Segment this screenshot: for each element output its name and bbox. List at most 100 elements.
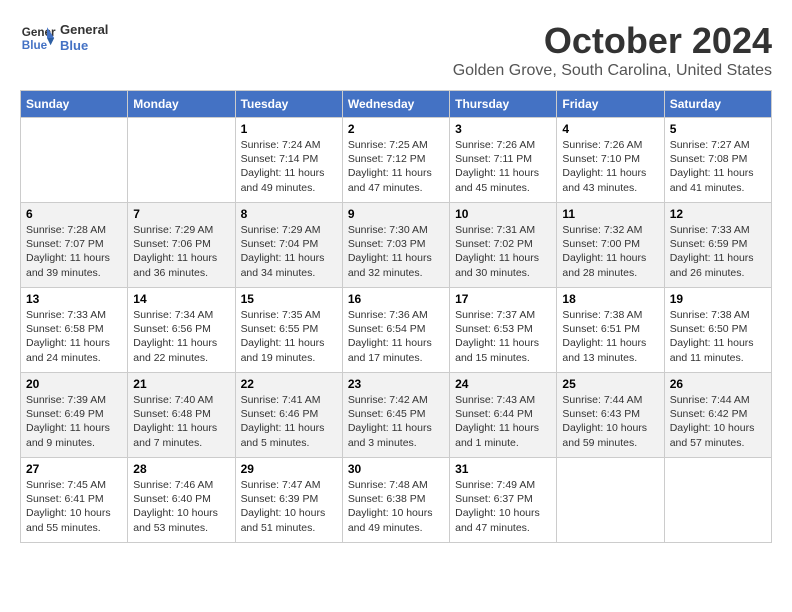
day-info: Sunrise: 7:37 AM Sunset: 6:53 PM Dayligh…: [455, 308, 551, 365]
calendar-cell: 16 Sunrise: 7:36 AM Sunset: 6:54 PM Dayli…: [342, 288, 449, 373]
day-number: 8: [241, 207, 337, 221]
day-info: Sunrise: 7:29 AM Sunset: 7:06 PM Dayligh…: [133, 223, 229, 280]
calendar-cell: 14 Sunrise: 7:34 AM Sunset: 6:56 PM Dayli…: [128, 288, 235, 373]
logo: General Blue General Blue: [20, 20, 108, 56]
calendar-cell: 15 Sunrise: 7:35 AM Sunset: 6:55 PM Dayli…: [235, 288, 342, 373]
logo-text: General Blue: [60, 22, 108, 53]
calendar-cell: 19Sunrise: 7:38 AM Sunset: 6:50 PM Dayli…: [664, 288, 771, 373]
weekday-sunday: Sunday: [21, 91, 128, 118]
calendar-cell: 10 Sunrise: 7:31 AM Sunset: 7:02 PM Dayli…: [450, 203, 557, 288]
calendar-cell: 28Sunrise: 7:46 AM Sunset: 6:40 PM Dayli…: [128, 458, 235, 543]
calendar-cell: 9 Sunrise: 7:30 AM Sunset: 7:03 PM Daylig…: [342, 203, 449, 288]
day-info: Sunrise: 7:25 AM Sunset: 7:12 PM Dayligh…: [348, 138, 444, 195]
day-number: 16: [348, 292, 444, 306]
title-area: October 2024 Golden Grove, South Carolin…: [453, 20, 772, 80]
calendar-cell: 4Sunrise: 7:26 AM Sunset: 7:10 PM Daylig…: [557, 118, 664, 203]
day-info: Sunrise: 7:33 AM Sunset: 6:58 PM Dayligh…: [26, 308, 122, 365]
day-number: 11: [562, 207, 658, 221]
day-info: Sunrise: 7:35 AM Sunset: 6:55 PM Dayligh…: [241, 308, 337, 365]
day-info: Sunrise: 7:34 AM Sunset: 6:56 PM Dayligh…: [133, 308, 229, 365]
calendar-cell: 5 Sunrise: 7:27 AM Sunset: 7:08 PM Daylig…: [664, 118, 771, 203]
day-number: 23: [348, 377, 444, 391]
day-info: Sunrise: 7:29 AM Sunset: 7:04 PM Dayligh…: [241, 223, 337, 280]
calendar-cell: 27 Sunrise: 7:45 AM Sunset: 6:41 PM Dayli…: [21, 458, 128, 543]
day-number: 2: [348, 122, 444, 136]
calendar-cell: 20Sunrise: 7:39 AM Sunset: 6:49 PM Dayli…: [21, 373, 128, 458]
weekday-header-row: SundayMondayTuesdayWednesdayThursdayFrid…: [21, 91, 772, 118]
weekday-wednesday: Wednesday: [342, 91, 449, 118]
day-info: Sunrise: 7:31 AM Sunset: 7:02 PM Dayligh…: [455, 223, 551, 280]
day-info: Sunrise: 7:49 AM Sunset: 6:37 PM Dayligh…: [455, 478, 551, 535]
day-number: 24: [455, 377, 551, 391]
day-number: 21: [133, 377, 229, 391]
calendar-cell: 13 Sunrise: 7:33 AM Sunset: 6:58 PM Dayli…: [21, 288, 128, 373]
week-row-2: 6Sunrise: 7:28 AM Sunset: 7:07 PM Daylig…: [21, 203, 772, 288]
day-number: 15: [241, 292, 337, 306]
calendar-cell: 17Sunrise: 7:37 AM Sunset: 6:53 PM Dayli…: [450, 288, 557, 373]
weekday-tuesday: Tuesday: [235, 91, 342, 118]
day-number: 25: [562, 377, 658, 391]
page-header: General Blue General Blue October 2024 G…: [20, 20, 772, 80]
day-number: 6: [26, 207, 122, 221]
day-info: Sunrise: 7:41 AM Sunset: 6:46 PM Dayligh…: [241, 393, 337, 450]
calendar-cell: 6Sunrise: 7:28 AM Sunset: 7:07 PM Daylig…: [21, 203, 128, 288]
day-number: 9: [348, 207, 444, 221]
calendar-cell: 26 Sunrise: 7:44 AM Sunset: 6:42 PM Dayli…: [664, 373, 771, 458]
month-title: October 2024: [453, 20, 772, 62]
day-info: Sunrise: 7:24 AM Sunset: 7:14 PM Dayligh…: [241, 138, 337, 195]
day-info: Sunrise: 7:40 AM Sunset: 6:48 PM Dayligh…: [133, 393, 229, 450]
week-row-4: 20Sunrise: 7:39 AM Sunset: 6:49 PM Dayli…: [21, 373, 772, 458]
calendar-cell: 1 Sunrise: 7:24 AM Sunset: 7:14 PM Daylig…: [235, 118, 342, 203]
calendar-cell: 8 Sunrise: 7:29 AM Sunset: 7:04 PM Daylig…: [235, 203, 342, 288]
day-number: 26: [670, 377, 766, 391]
weekday-saturday: Saturday: [664, 91, 771, 118]
day-info: Sunrise: 7:43 AM Sunset: 6:44 PM Dayligh…: [455, 393, 551, 450]
day-info: Sunrise: 7:39 AM Sunset: 6:49 PM Dayligh…: [26, 393, 122, 450]
calendar-cell: 29Sunrise: 7:47 AM Sunset: 6:39 PM Dayli…: [235, 458, 342, 543]
day-number: 5: [670, 122, 766, 136]
day-info: Sunrise: 7:26 AM Sunset: 7:10 PM Dayligh…: [562, 138, 658, 195]
weekday-friday: Friday: [557, 91, 664, 118]
calendar-cell: 31 Sunrise: 7:49 AM Sunset: 6:37 PM Dayli…: [450, 458, 557, 543]
day-info: Sunrise: 7:27 AM Sunset: 7:08 PM Dayligh…: [670, 138, 766, 195]
day-number: 31: [455, 462, 551, 476]
day-info: Sunrise: 7:38 AM Sunset: 6:51 PM Dayligh…: [562, 308, 658, 365]
day-info: Sunrise: 7:38 AM Sunset: 6:50 PM Dayligh…: [670, 308, 766, 365]
day-info: Sunrise: 7:26 AM Sunset: 7:11 PM Dayligh…: [455, 138, 551, 195]
day-info: Sunrise: 7:46 AM Sunset: 6:40 PM Dayligh…: [133, 478, 229, 535]
day-number: 27: [26, 462, 122, 476]
calendar-cell: [664, 458, 771, 543]
day-number: 1: [241, 122, 337, 136]
calendar-table: SundayMondayTuesdayWednesdayThursdayFrid…: [20, 90, 772, 543]
day-info: Sunrise: 7:48 AM Sunset: 6:38 PM Dayligh…: [348, 478, 444, 535]
calendar-cell: [21, 118, 128, 203]
calendar-cell: 21 Sunrise: 7:40 AM Sunset: 6:48 PM Dayli…: [128, 373, 235, 458]
day-number: 18: [562, 292, 658, 306]
calendar-cell: [128, 118, 235, 203]
day-number: 10: [455, 207, 551, 221]
day-info: Sunrise: 7:30 AM Sunset: 7:03 PM Dayligh…: [348, 223, 444, 280]
weekday-thursday: Thursday: [450, 91, 557, 118]
day-number: 22: [241, 377, 337, 391]
logo-icon: General Blue: [20, 20, 56, 56]
weekday-monday: Monday: [128, 91, 235, 118]
day-number: 12: [670, 207, 766, 221]
svg-text:Blue: Blue: [22, 39, 48, 52]
day-number: 14: [133, 292, 229, 306]
day-info: Sunrise: 7:32 AM Sunset: 7:00 PM Dayligh…: [562, 223, 658, 280]
day-info: Sunrise: 7:36 AM Sunset: 6:54 PM Dayligh…: [348, 308, 444, 365]
day-info: Sunrise: 7:33 AM Sunset: 6:59 PM Dayligh…: [670, 223, 766, 280]
week-row-1: 1 Sunrise: 7:24 AM Sunset: 7:14 PM Daylig…: [21, 118, 772, 203]
day-info: Sunrise: 7:44 AM Sunset: 6:42 PM Dayligh…: [670, 393, 766, 450]
day-number: 7: [133, 207, 229, 221]
week-row-3: 13 Sunrise: 7:33 AM Sunset: 6:58 PM Dayli…: [21, 288, 772, 373]
day-number: 30: [348, 462, 444, 476]
day-number: 13: [26, 292, 122, 306]
calendar-cell: 18 Sunrise: 7:38 AM Sunset: 6:51 PM Dayli…: [557, 288, 664, 373]
day-info: Sunrise: 7:45 AM Sunset: 6:41 PM Dayligh…: [26, 478, 122, 535]
day-number: 3: [455, 122, 551, 136]
calendar-cell: 24 Sunrise: 7:43 AM Sunset: 6:44 PM Dayli…: [450, 373, 557, 458]
calendar-cell: 7 Sunrise: 7:29 AM Sunset: 7:06 PM Daylig…: [128, 203, 235, 288]
calendar-cell: 12 Sunrise: 7:33 AM Sunset: 6:59 PM Dayli…: [664, 203, 771, 288]
calendar-cell: [557, 458, 664, 543]
